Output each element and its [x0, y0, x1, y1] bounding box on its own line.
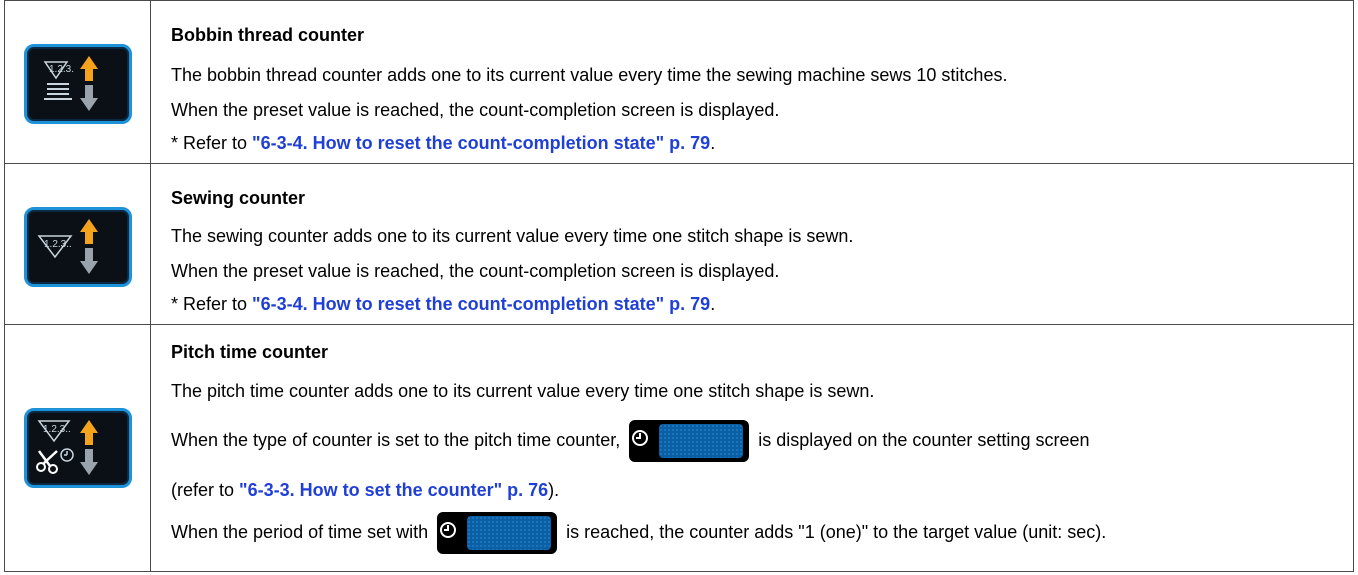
reference-suffix: .	[710, 294, 716, 314]
description-cell: Pitch time counter The pitch time counte…	[155, 325, 1349, 571]
counter-title: Sewing counter	[171, 188, 306, 208]
description-line: When the period of time set with is reac…	[171, 511, 1107, 555]
button-face	[659, 424, 744, 459]
icon-label: 1.2.3..	[44, 239, 72, 250]
description-line: When the preset value is reached, the co…	[171, 261, 780, 281]
table-row-sewing-counter: 1.2.3.. Sewing counter The sewing counte…	[5, 164, 1353, 325]
bobbin-thread-counter-icon: 1.2.3.	[43, 56, 98, 111]
icon-cell: 1.2.3.	[5, 1, 151, 163]
arrow-up-icon	[80, 420, 98, 445]
reference-suffix: ).	[548, 480, 560, 500]
description-cell: Bobbin thread counter The bobbin thread …	[155, 1, 1349, 163]
pitch-time-setting-button[interactable]	[629, 420, 750, 463]
clock-icon	[440, 522, 457, 539]
icon-label: 1.2.3..	[43, 424, 71, 435]
table-row-pitch-time-counter: 1.2.3.. Pitch time counter The pitch tim…	[5, 325, 1353, 571]
reference-prefix: * Refer to	[171, 294, 253, 314]
pitch-time-setting-button[interactable]	[437, 512, 558, 555]
reference-link[interactable]: "6-3-4. How to reset the count-completio…	[252, 294, 710, 314]
description-line: When the type of counter is set to the p…	[171, 419, 1090, 463]
reference-suffix: .	[710, 133, 716, 153]
pitch-time-counter-button[interactable]: 1.2.3..	[24, 408, 132, 488]
arrow-up-icon	[80, 219, 98, 244]
clock-icon	[60, 448, 74, 462]
bobbin-thread-counter-button[interactable]: 1.2.3.	[24, 44, 132, 124]
button-face	[467, 516, 552, 551]
icon-label: 1.2.3.	[49, 64, 74, 75]
counter-types-table: 1.2.3. Bobbin thread counter The bobbin …	[4, 0, 1354, 572]
counter-title: Bobbin thread counter	[171, 25, 364, 45]
arrow-down-icon	[80, 449, 98, 475]
description-text: is displayed on the counter setting scre…	[758, 430, 1090, 450]
description-line: The bobbin thread counter adds one to it…	[171, 65, 1008, 85]
reference-line: * Refer to "6-3-4. How to reset the coun…	[171, 293, 715, 315]
description-text: When the type of counter is set to the p…	[171, 430, 621, 450]
table-row-bobbin-thread-counter: 1.2.3. Bobbin thread counter The bobbin …	[5, 1, 1353, 164]
counter-title: Pitch time counter	[171, 342, 329, 362]
scissors-icon	[36, 450, 58, 474]
pitch-time-counter-icon: 1.2.3..	[36, 420, 98, 475]
reference-line: * Refer to "6-3-4. How to reset the coun…	[171, 132, 715, 154]
description-line: The sewing counter adds one to its curre…	[171, 226, 854, 246]
icon-cell: 1.2.3..	[5, 164, 151, 324]
description-line: When the preset value is reached, the co…	[171, 100, 780, 120]
icon-cell: 1.2.3..	[5, 325, 151, 571]
reference-link[interactable]: "6-3-3. How to set the counter" p. 76	[239, 480, 548, 500]
description-line: The pitch time counter adds one to its c…	[171, 381, 875, 401]
sewing-counter-icon: 1.2.3..	[37, 219, 98, 274]
arrow-down-icon	[80, 248, 98, 274]
description-cell: Sewing counter The sewing counter adds o…	[155, 164, 1349, 324]
clock-icon	[632, 430, 649, 447]
arrow-up-icon	[80, 56, 98, 81]
reference-link[interactable]: "6-3-4. How to reset the count-completio…	[252, 133, 710, 153]
description-text: When the period of time set with	[171, 522, 429, 542]
description-text: is reached, the counter adds "1 (one)" t…	[566, 522, 1107, 542]
reference-prefix: (refer to	[171, 480, 240, 500]
arrow-down-icon	[80, 85, 98, 111]
reference-line: (refer to "6-3-3. How to set the counter…	[171, 479, 559, 501]
reference-prefix: * Refer to	[171, 133, 253, 153]
sewing-counter-button[interactable]: 1.2.3..	[24, 207, 132, 287]
